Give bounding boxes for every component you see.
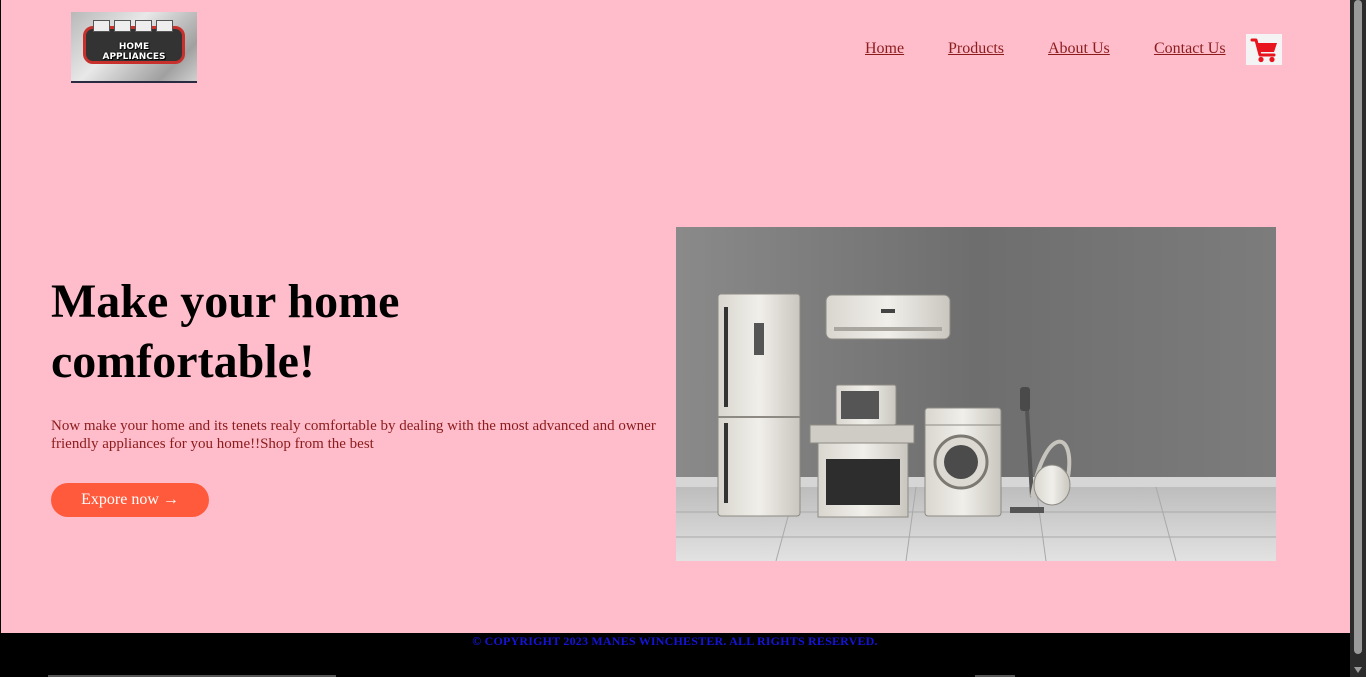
nav-link-home[interactable]: Home — [865, 40, 904, 58]
browser-page: HOME APPLIANCES Home Products About Us C… — [0, 0, 1366, 677]
logo-appliances-graphic — [93, 20, 173, 32]
page-viewport: HOME APPLIANCES Home Products About Us C… — [1, 0, 1350, 633]
appliances-illustration — [676, 227, 1276, 561]
scroll-down-arrow-icon[interactable] — [1354, 667, 1362, 673]
explore-now-button[interactable]: Expore now → — [51, 483, 209, 517]
hero-title: Make your home comfortable! — [51, 275, 400, 388]
footer: © COPYRIGHT 2023 MANES WINCHESTER. ALL R… — [0, 633, 1350, 677]
copyright-text: © COPYRIGHT 2023 MANES WINCHESTER. ALL R… — [472, 634, 878, 648]
hero-description: Now make your home and its tenets realy … — [51, 418, 656, 452]
cart-button[interactable] — [1246, 34, 1282, 65]
nav-link-about-us[interactable]: About Us — [1048, 40, 1110, 58]
main-nav: Home Products About Us Contact Us — [1, 40, 1350, 60]
shopping-cart-icon — [1250, 38, 1277, 63]
nav-link-contact-us[interactable]: Contact Us — [1154, 40, 1226, 58]
vertical-scrollbar[interactable] — [1350, 0, 1366, 677]
hero-appliances-image — [676, 227, 1276, 561]
scrollbar-thumb[interactable] — [1354, 0, 1362, 654]
nav-link-products[interactable]: Products — [948, 40, 1004, 58]
